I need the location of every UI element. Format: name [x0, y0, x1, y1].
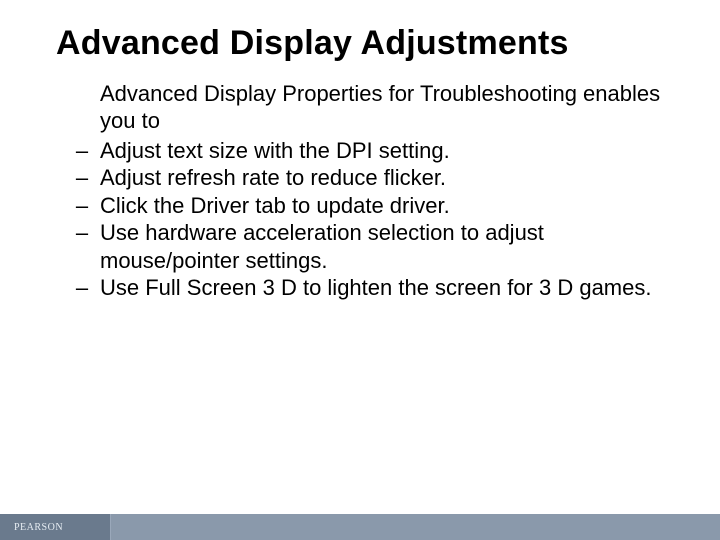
- bullet-text: Adjust refresh rate to reduce flicker.: [100, 165, 446, 190]
- slide: Advanced Display Adjustments Advanced Di…: [0, 0, 720, 540]
- footer: PEARSON: [0, 514, 720, 540]
- list-item: –Use Full Screen 3 D to lighten the scre…: [64, 274, 664, 302]
- bullet-text: Adjust text size with the DPI setting.: [100, 138, 450, 163]
- bullet-text: Use Full Screen 3 D to lighten the scree…: [100, 275, 651, 300]
- dash-icon: –: [72, 164, 92, 192]
- dash-icon: –: [72, 192, 92, 220]
- slide-body: Advanced Display Properties for Troubles…: [36, 81, 684, 302]
- bullet-list: –Adjust text size with the DPI setting. …: [64, 137, 664, 302]
- dash-icon: –: [72, 274, 92, 302]
- bullet-text: Click the Driver tab to update driver.: [100, 193, 450, 218]
- list-item: –Click the Driver tab to update driver.: [64, 192, 664, 220]
- bullet-text: Use hardware acceleration selection to a…: [100, 220, 544, 273]
- footer-bar: [110, 514, 720, 540]
- lead-paragraph: Advanced Display Properties for Troubles…: [100, 81, 664, 135]
- list-item: –Adjust text size with the DPI setting.: [64, 137, 664, 165]
- dash-icon: –: [72, 219, 92, 247]
- list-item: –Use hardware acceleration selection to …: [64, 219, 664, 274]
- dash-icon: –: [72, 137, 92, 165]
- slide-title: Advanced Display Adjustments: [36, 24, 684, 63]
- brand-block: PEARSON: [0, 514, 110, 540]
- list-item: –Adjust refresh rate to reduce flicker.: [64, 164, 664, 192]
- brand-text: PEARSON: [14, 522, 63, 533]
